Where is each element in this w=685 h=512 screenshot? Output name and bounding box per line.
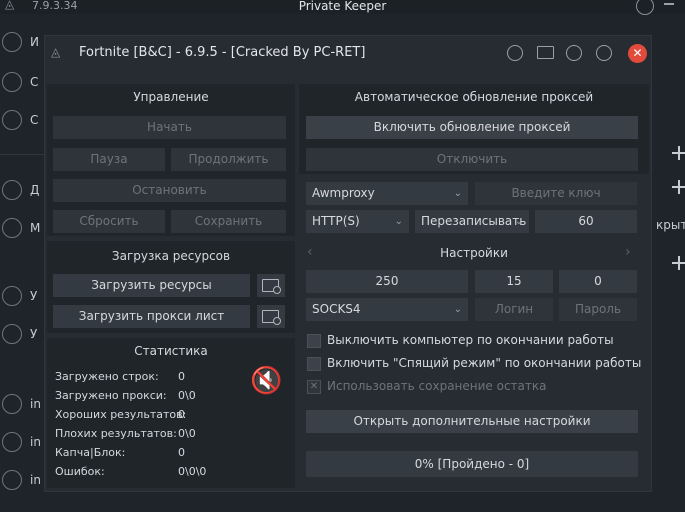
proxy-source-value: Awmproxy — [312, 186, 375, 200]
stat-value: 0 — [178, 370, 185, 383]
stat-value: 0 — [178, 446, 185, 459]
save-rest-checkbox[interactable]: ✕ — [307, 380, 321, 394]
interval-input[interactable]: 60 — [535, 210, 637, 233]
minimize-icon[interactable] — [664, 3, 674, 5]
timeout-input[interactable]: 15 — [475, 270, 553, 293]
load-proxy-button[interactable]: Загрузить прокси лист — [53, 305, 250, 328]
more-settings-button[interactable]: Открыть дополнительные настройки — [306, 410, 638, 433]
chevron-down-icon: ⌄ — [394, 216, 403, 227]
stat-value: 0\0 — [178, 427, 196, 440]
edit-icon[interactable] — [2, 324, 22, 344]
threads-input[interactable]: 250 — [306, 270, 468, 293]
stats-panel: Статистика Загружено строк: 0 Загружено … — [47, 338, 295, 488]
disable-proxy-update-button[interactable]: Отключить — [306, 148, 638, 171]
stats-title: Статистика — [134, 344, 208, 358]
plus-icon[interactable] — [672, 146, 685, 160]
list-icon[interactable] — [566, 45, 582, 61]
load-resources-button[interactable]: Загрузить ресурсы — [53, 274, 250, 297]
sleep-checkbox[interactable] — [307, 357, 321, 371]
browse-proxy-button[interactable] — [257, 305, 285, 328]
sidebar-label[interactable]: in — [30, 473, 41, 487]
gear-icon[interactable] — [2, 470, 22, 490]
close-button[interactable]: ✕ — [628, 44, 647, 63]
window-title: Fortnite [B&C] - 6.9.5 - [Cracked By PC-… — [79, 45, 366, 60]
save-rest-button[interactable]: Сохранить остаток — [171, 210, 286, 251]
sidebar-label[interactable]: У — [30, 289, 37, 303]
plus-icon[interactable] — [672, 256, 685, 270]
sidebar-label[interactable]: Д — [30, 183, 39, 197]
socks-value: SOCKS4 — [312, 302, 361, 316]
progress-bar: 0% [Пройдено - 0] — [306, 451, 638, 477]
mute-speaker-icon[interactable]: 🔇 — [250, 366, 282, 396]
folder-search-icon — [262, 310, 281, 325]
stat-label: Капча|Блок: — [55, 446, 126, 459]
mode-value: Перезаписывать — [421, 214, 527, 228]
sidebar-label[interactable]: in — [30, 397, 41, 411]
pause-button[interactable]: Пауза — [53, 148, 165, 171]
stat-label: Загружено строк: — [55, 370, 159, 383]
app-title: Private Keeper — [298, 0, 387, 13]
chevron-down-icon: ⌄ — [514, 216, 523, 227]
menu-icon[interactable] — [596, 45, 612, 61]
stat-label: Ошибок: — [55, 465, 105, 478]
stat-label: Загружено прокси: — [55, 389, 167, 402]
protocol-value: HTTP(S) — [312, 214, 360, 228]
shutdown-checkbox[interactable] — [307, 334, 321, 348]
api-key-input[interactable]: Введите ключ — [475, 182, 637, 205]
background-open-label[interactable]: крыть — [656, 218, 685, 232]
save-rest-label[interactable]: Использовать сохранение остатка — [327, 379, 547, 393]
stat-value: 0\0 — [178, 389, 196, 402]
control-panel: Управление Начать Пауза Продолжить Остан… — [47, 84, 295, 251]
search-icon[interactable] — [2, 286, 22, 306]
stop-button[interactable]: Остановить — [53, 179, 286, 202]
sidebar-label[interactable]: И — [30, 35, 39, 49]
sidebar-divider — [0, 154, 44, 155]
chevron-down-icon: ⌄ — [453, 304, 462, 315]
sleep-label[interactable]: Включить "Спящий режим" по окончании раб… — [327, 356, 641, 370]
settings-title: Настройки — [440, 246, 508, 260]
list-icon[interactable] — [2, 180, 22, 200]
reset-button[interactable]: Сбросить — [53, 210, 165, 233]
plus-icon[interactable] — [672, 180, 685, 194]
gear-icon[interactable] — [2, 394, 22, 414]
chevron-right-icon[interactable]: › — [625, 244, 631, 260]
login-input[interactable]: Логин — [475, 298, 553, 321]
sidebar-label[interactable]: in — [30, 435, 41, 449]
shutdown-label[interactable]: Выключить компьютер по окончании работы — [327, 333, 614, 347]
stat-value: 0 — [178, 408, 185, 421]
socks-select[interactable]: SOCKS4 ⌄ — [306, 298, 468, 321]
retries-input[interactable]: 0 — [559, 270, 637, 293]
window-titlebar: ◬ Fortnite [B&C] - 6.9.5 - [Cracked By P… — [45, 36, 651, 71]
resume-button[interactable]: Продолжить — [171, 148, 286, 171]
password-input[interactable]: Пароль — [559, 298, 637, 321]
mode-select[interactable]: Перезаписывать ⌄ — [415, 210, 529, 233]
sidebar-label[interactable]: М — [30, 221, 40, 235]
stat-label: Плохих результатов: — [55, 427, 177, 440]
info-icon[interactable] — [507, 45, 523, 61]
start-button[interactable]: Начать — [53, 116, 286, 139]
refresh-icon[interactable] — [2, 72, 22, 92]
settings-icon[interactable] — [2, 110, 22, 130]
sidebar-label[interactable]: С — [30, 75, 38, 89]
enable-proxy-update-button[interactable]: Включить обновление проксей — [306, 116, 638, 139]
browse-resources-button[interactable] — [257, 274, 285, 297]
folder-search-icon — [262, 279, 281, 294]
sidebar-label[interactable]: У — [30, 327, 37, 341]
cloud-icon[interactable] — [2, 218, 22, 238]
sidebar-label[interactable]: С — [30, 113, 38, 127]
user-icon[interactable] — [2, 32, 22, 52]
stat-label: Хороших результатов: — [55, 408, 187, 421]
window-logo-icon: ◬ — [51, 45, 61, 59]
stat-value: 0\0\0 — [178, 465, 207, 478]
chevron-down-icon: ⌄ — [453, 188, 462, 199]
proxy-source-select[interactable]: Awmproxy ⌄ — [306, 182, 468, 205]
gear-icon[interactable] — [2, 432, 22, 452]
background-sidebar: И С С Д М У У in in in — [0, 14, 44, 512]
protocol-select[interactable]: HTTP(S) ⌄ — [306, 210, 409, 233]
proxy-update-panel: Автоматическое обновление проксей Включи… — [299, 84, 649, 174]
control-title: Управление — [133, 90, 209, 104]
proxy-update-title: Автоматическое обновление проксей — [354, 90, 594, 104]
config-window: ◬ Fortnite [B&C] - 6.9.5 - [Cracked By P… — [44, 35, 652, 492]
folder-icon[interactable] — [537, 46, 554, 59]
